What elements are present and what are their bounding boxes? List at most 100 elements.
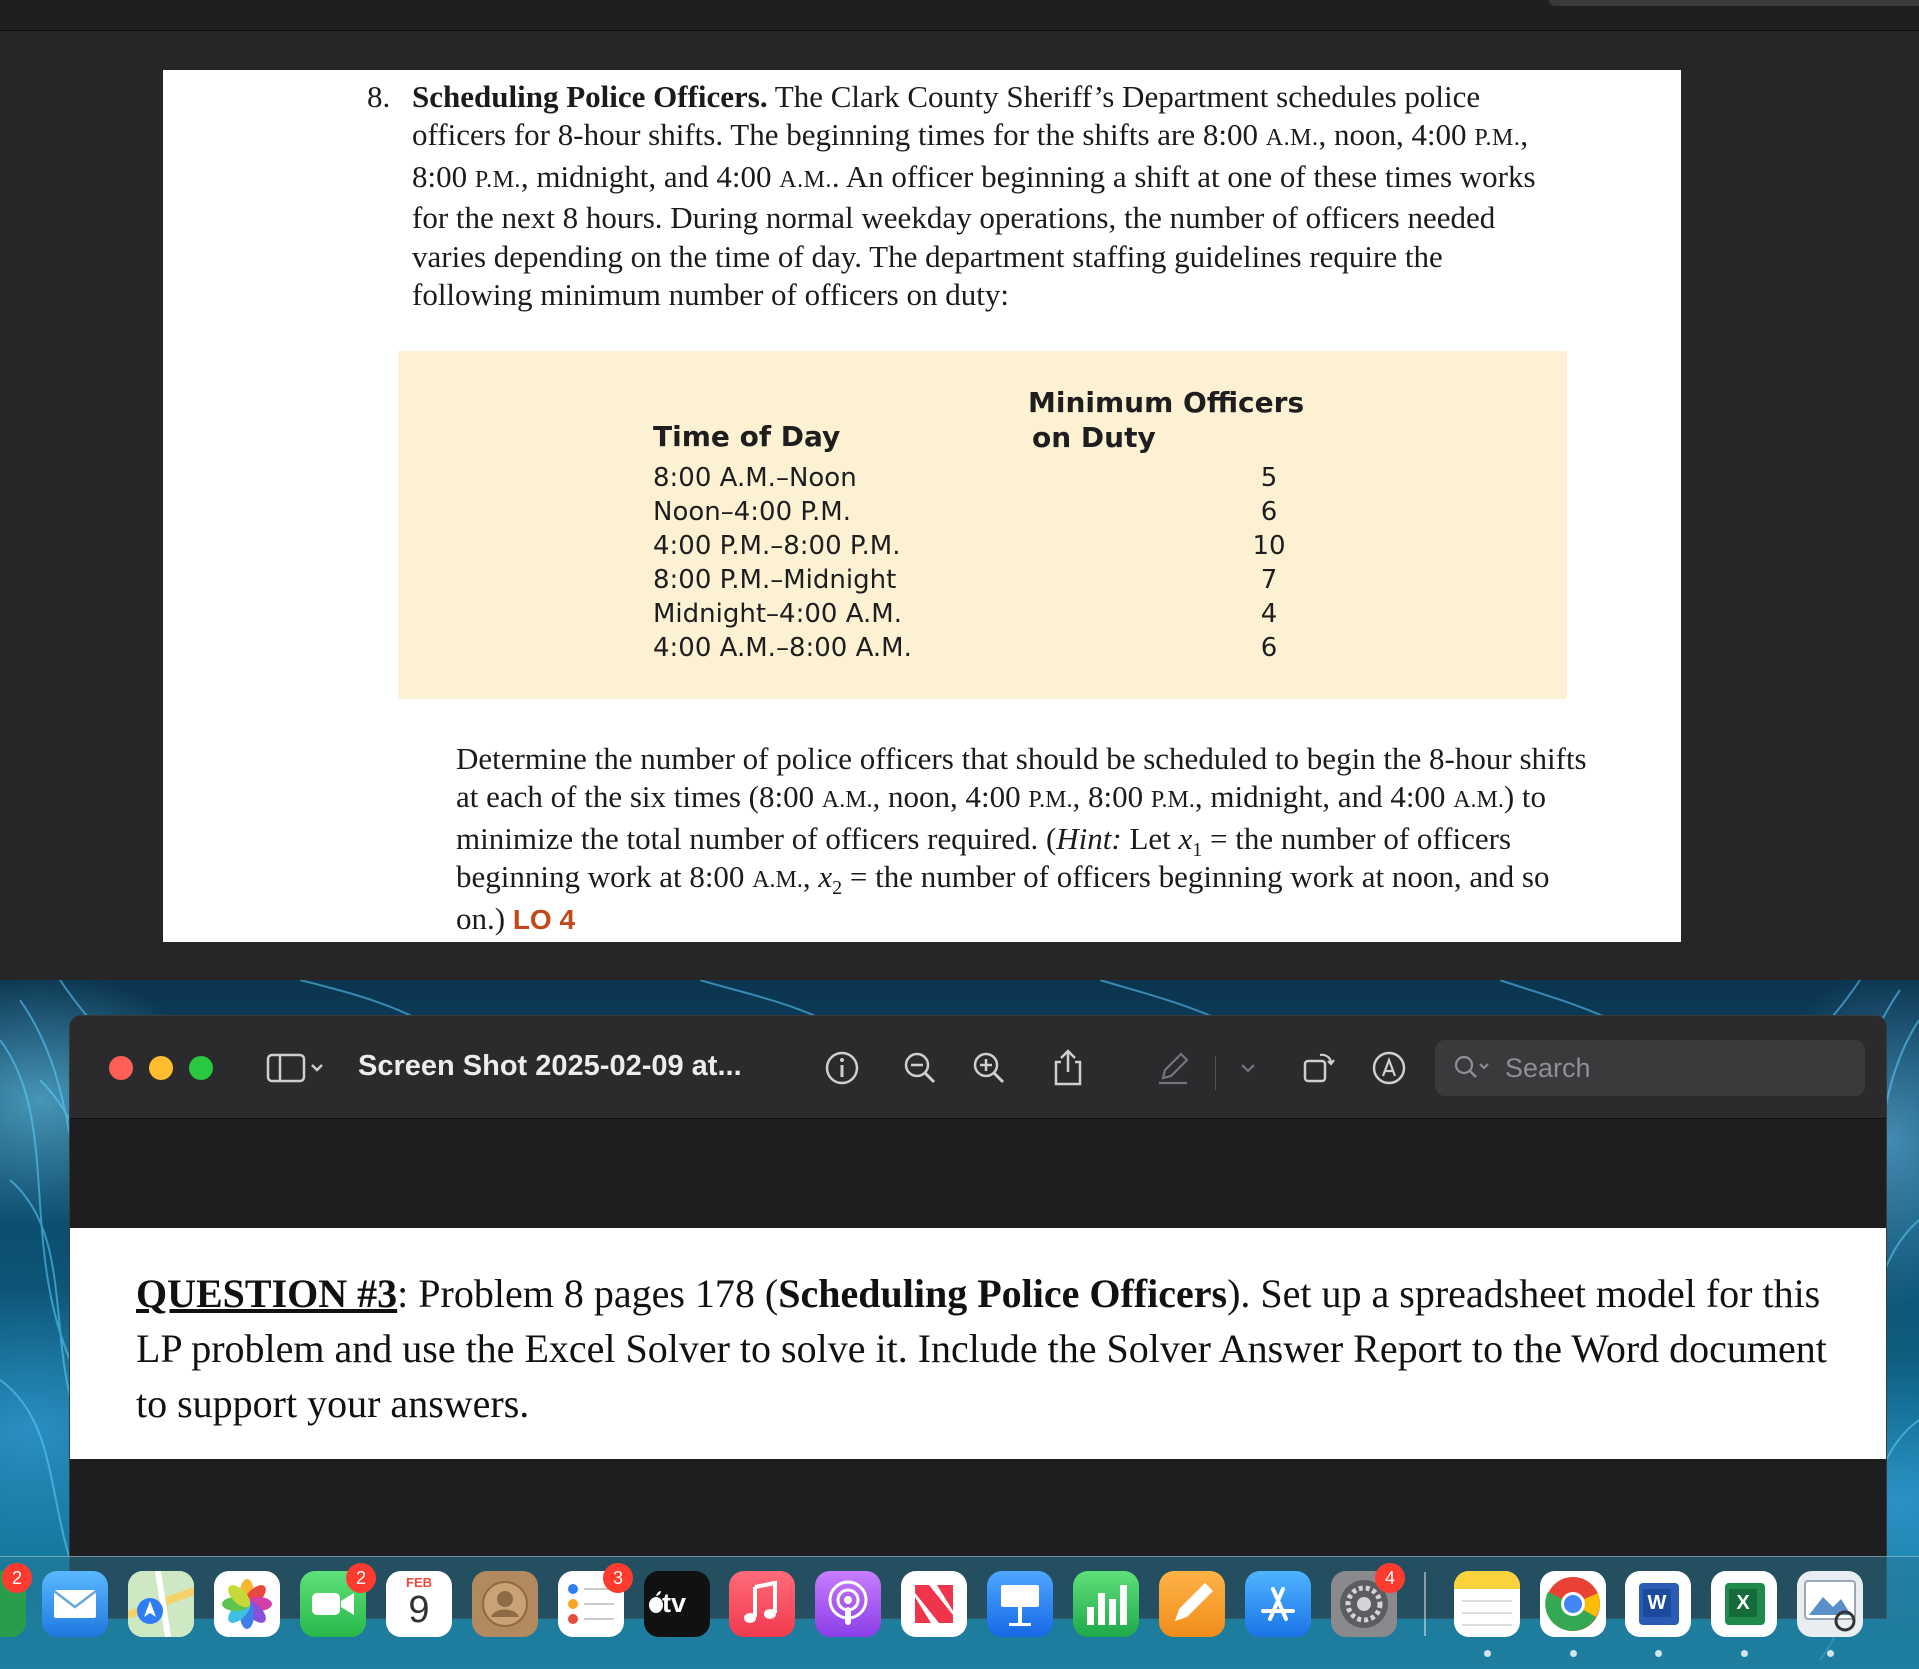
running-indicator (1827, 1650, 1834, 1657)
notification-badge: 2 (346, 1563, 376, 1593)
table-row-value: 7 (1260, 565, 1278, 595)
table-header-time: Time of Day (653, 420, 841, 453)
problem-intro: 8. Scheduling Police Officers. The Clark… (367, 79, 1536, 313)
zoom-button[interactable] (189, 1056, 213, 1080)
share-icon (1054, 1049, 1082, 1086)
news-app[interactable] (901, 1571, 967, 1637)
markup-menu-button[interactable] (1233, 1048, 1263, 1088)
top-preview-window: 8. Scheduling Police Officers. The Clark… (0, 0, 1919, 980)
running-indicator (1655, 1650, 1662, 1657)
table-header-minimum: Minimum Officers on Duty (1028, 386, 1305, 454)
keynote-icon (1001, 1585, 1039, 1626)
dock-divider (1424, 1572, 1426, 1636)
textbook-page: 8. Scheduling Police Officers. The Clark… (163, 70, 1681, 942)
table-row-label: Noon–4:00 P.M. (653, 497, 851, 527)
app-store-icon (1261, 1587, 1295, 1621)
problem-number: 8. (367, 79, 391, 114)
preview-app[interactable] (1797, 1571, 1863, 1637)
window-toolbar: Screen Shot 2025-02-09 at... Search (70, 1016, 1886, 1119)
zoom-out-icon (904, 1052, 936, 1084)
photos-app[interactable] (214, 1571, 280, 1637)
news-icon (915, 1585, 953, 1623)
search-field[interactable]: Search (1435, 1040, 1865, 1096)
chrome-icon (1545, 1577, 1600, 1631)
mail-icon (53, 1590, 97, 1618)
contacts-app[interactable] (472, 1571, 538, 1637)
numbers-app[interactable] (1073, 1571, 1139, 1637)
running-indicator (1484, 1650, 1491, 1657)
running-indicator (1741, 1650, 1748, 1657)
table-row-label: 8:00 P.M.–Midnight (653, 565, 897, 595)
staffing-table: Time of Day Minimum Officers on Duty 8:0… (398, 351, 1567, 699)
share-button[interactable] (1048, 1048, 1088, 1088)
table-row-label: 4:00 P.M.–8:00 P.M. (653, 531, 901, 561)
word-letter: W (1643, 1589, 1671, 1617)
mail-app[interactable] (42, 1571, 108, 1637)
table-row-value: 6 (1260, 633, 1278, 663)
bar-chart-icon (1087, 1585, 1127, 1625)
info-icon (825, 1051, 859, 1085)
calendar-day: 9 (408, 1589, 430, 1631)
search-placeholder: Search (1505, 1053, 1591, 1083)
keynote-app[interactable] (987, 1571, 1053, 1637)
window-title: Screen Shot 2025-02-09 at... (358, 1050, 742, 1082)
apple-logo-icon (649, 1591, 663, 1613)
question-label: QUESTION #3 (136, 1271, 398, 1316)
problem-title: Scheduling Police Officers. (412, 79, 768, 114)
tv-label: tv (662, 1588, 687, 1618)
sidebar-toggle-button[interactable] (266, 1048, 326, 1088)
table-row-value: 4 (1260, 599, 1278, 629)
app-store-app[interactable] (1245, 1571, 1311, 1637)
preview-window: Screen Shot 2025-02-09 at... Search QUES… (69, 1015, 1887, 1619)
notification-badge: 2 (2, 1563, 32, 1593)
annotate-button[interactable] (1369, 1048, 1409, 1088)
notification-badge: 4 (1375, 1563, 1405, 1593)
maps-icon (128, 1571, 194, 1637)
table-row-value: 6 (1260, 497, 1278, 527)
info-button[interactable] (822, 1048, 862, 1088)
running-indicator (1570, 1650, 1577, 1657)
learning-objective-tag: LO 4 (512, 903, 576, 935)
document-image: QUESTION #3: Problem 8 pages 178 (Schedu… (70, 1228, 1886, 1459)
chrome-app[interactable] (1540, 1571, 1606, 1637)
minimize-button[interactable] (149, 1056, 173, 1080)
toolbar-divider (1215, 1056, 1216, 1090)
markup-circle-icon (1372, 1051, 1406, 1085)
notes-icon (1454, 1571, 1520, 1626)
calendar-month: FEB (406, 1575, 432, 1590)
rotate-button[interactable] (1298, 1048, 1338, 1088)
notes-app[interactable] (1454, 1571, 1520, 1637)
zoom-in-button[interactable] (969, 1048, 1009, 1088)
table-row-label: 8:00 A.M.–Noon (653, 463, 857, 493)
music-note-icon (744, 1580, 777, 1623)
table-row-value: 5 (1260, 463, 1278, 493)
pages-app[interactable] (1159, 1571, 1225, 1637)
question-text: QUESTION #3: Problem 8 pages 178 (Schedu… (136, 1271, 1827, 1426)
search-icon (1453, 1054, 1493, 1087)
apple-tv-app[interactable]: tv (644, 1571, 710, 1637)
table-row-label: Midnight–4:00 A.M. (653, 599, 902, 629)
podcasts-app[interactable] (815, 1571, 881, 1637)
podcast-icon (828, 1580, 868, 1625)
pen-icon (1159, 1052, 1189, 1085)
pencil-icon (1175, 1583, 1213, 1621)
music-app[interactable] (729, 1571, 795, 1637)
excel-letter: X (1729, 1589, 1757, 1617)
close-button[interactable] (109, 1056, 133, 1080)
search-field-edge[interactable] (1549, 0, 1919, 6)
word-app[interactable]: W (1625, 1571, 1691, 1637)
markup-button[interactable] (1153, 1048, 1193, 1088)
problem-instructions: Determine the number of police officers … (456, 741, 1587, 936)
table-row-label: 4:00 A.M.–8:00 A.M. (653, 633, 912, 663)
sidebar-icon (266, 1053, 323, 1083)
rotate-icon (1303, 1053, 1335, 1083)
excel-app[interactable]: X (1711, 1571, 1777, 1637)
preview-icon (1804, 1580, 1856, 1632)
zoom-in-icon (973, 1052, 1005, 1084)
calendar-app[interactable]: FEB 9 (386, 1571, 452, 1637)
table-row-value: 10 (1252, 531, 1286, 561)
photos-icon (222, 1579, 272, 1629)
contacts-icon (482, 1581, 528, 1627)
zoom-out-button[interactable] (900, 1048, 940, 1088)
maps-app[interactable] (128, 1571, 194, 1637)
